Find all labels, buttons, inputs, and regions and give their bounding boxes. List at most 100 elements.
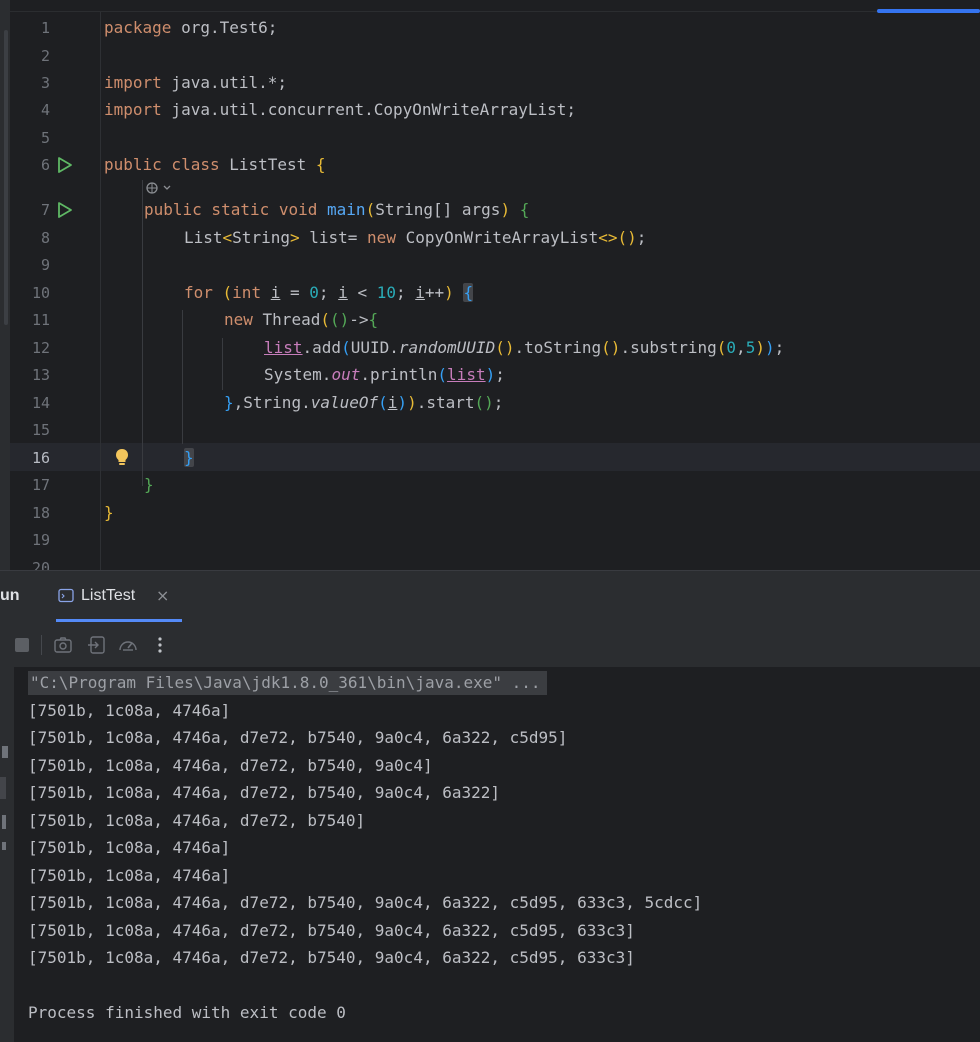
console-window-icon [58,588,74,603]
tool-window-header: un ListTest × [0,571,980,623]
editor-top-divider [0,11,980,12]
matched-brace: } [184,448,194,467]
code-line-10[interactable]: for (int i = 0; i < 10; i++) { [184,282,474,304]
indent-guide [222,338,223,390]
keyword: public class [104,155,220,174]
code-text: java.util.concurrent.CopyOnWriteArrayLis… [161,100,577,119]
run-toolbar [0,623,980,668]
params: String[] args [375,200,501,219]
code-line-7[interactable]: public static void main(String[] args) { [144,199,529,221]
brace: { [519,200,530,219]
line-number: 1 [40,19,50,37]
console-line: [7501b, 1c08a, 4746a, d7e72, b7540, 9a0c… [28,755,433,775]
line-number: 19 [31,531,50,549]
indent-guide [142,180,143,486]
strip-marker-active[interactable] [0,777,6,799]
close-icon[interactable]: × [156,586,169,605]
method-name: main [327,200,366,219]
run-triangle-icon[interactable] [56,201,74,219]
line-number: 12 [31,339,50,357]
code-line-12[interactable]: list.add(UUID.randomUUID().toString().su… [264,337,784,359]
line-number: 15 [31,421,50,439]
code-line-8[interactable]: List<String> list= new CopyOnWriteArrayL… [184,227,646,249]
line-number: 10 [31,284,50,302]
code-text: java.util.*; [161,73,288,92]
console-line: [7501b, 1c08a, 4746a, d7e72, b7540, 9a0c… [28,728,568,747]
variable: list [447,365,486,384]
console-line: [7501b, 1c08a, 4746a, d7e72, b7540, 9a0c… [28,783,501,802]
console-left-strip [0,667,14,1042]
console-line: [7501b, 1c08a, 4746a, d7e72, b7540, 9a0c… [28,948,635,967]
keyword: import [104,73,162,92]
line-number: 2 [40,47,50,65]
line-number: 20 [31,559,50,570]
strip-marker [2,842,6,850]
line-number: 14 [31,394,50,412]
console-line: [7501b, 1c08a, 4746a] [28,700,231,720]
line-number: 4 [40,101,50,119]
keyword: public static void [144,200,318,219]
indent-guide [182,310,183,444]
tool-window-title: un [0,587,20,604]
lightbulb-icon[interactable] [113,447,131,467]
line-number: 6 [40,156,50,174]
code-line-11[interactable]: new Thread(()->{ [224,309,378,331]
line-number: 17 [31,476,50,494]
console-line: [7501b, 1c08a, 4746a, d7e72, b7540] [28,810,366,830]
restore-layout-icon[interactable] [87,635,107,655]
code-text: org.Test6; [171,18,278,37]
paren: ( [365,200,376,219]
strip-marker [2,815,6,829]
line-number: 11 [31,311,50,329]
more-vertical-icon[interactable] [150,635,170,655]
active-tab-indicator [56,619,182,622]
paren: ) [500,200,511,219]
camera-icon[interactable] [53,635,73,655]
code-line-6[interactable]: public class ListTest { [104,154,326,176]
code-line-4[interactable]: import java.util.concurrent.CopyOnWriteA… [104,99,576,121]
toolbar-separator [41,635,42,655]
line-number: 7 [40,201,50,219]
code-line-13[interactable]: System.out.println(list); [264,364,505,386]
keyword: new [224,310,253,329]
console-line: [7501b, 1c08a, 4746a] [28,865,231,885]
code-line-14[interactable]: },String.valueOf(i)).start(); [224,392,503,414]
stop-icon[interactable] [12,635,32,655]
run-tool-window: un ListTest × "C:\Program Files\Java\jdk… [0,570,980,1042]
current-line-highlight [10,443,980,471]
line-number: 9 [40,256,50,274]
keyword: import [104,100,162,119]
code-editor[interactable]: 1 2 3 4 5 6 7 8 9 10 11 12 13 14 15 16 1… [0,0,980,570]
console-line: [7501b, 1c08a, 4746a, d7e72, b7540, 9a0c… [28,893,703,912]
code-line-18[interactable]: } [104,502,114,524]
line-number: 3 [40,74,50,92]
variable: list [264,338,303,357]
tab-label: ListTest [81,587,136,604]
console-output[interactable]: "C:\Program Files\Java\jdk1.8.0_361\bin\… [28,669,968,1027]
code-line-17[interactable]: } [144,474,154,496]
tab-listtest[interactable]: ListTest × [56,571,182,623]
console-command[interactable]: "C:\Program Files\Java\jdk1.8.0_361\bin\… [28,671,547,695]
line-number: 5 [40,129,50,147]
progress-indicator [877,9,980,13]
gauge-icon[interactable] [118,635,138,655]
brace: { [315,155,326,174]
editor-scroll-marker[interactable] [4,30,8,325]
line-number: 13 [31,366,50,384]
line-number-active: 16 [31,449,50,467]
code-line-3[interactable]: import java.util.*; [104,72,287,94]
run-triangle-icon[interactable] [56,156,74,174]
exit-message: Process finished with exit code 0 [28,1003,346,1022]
code-line-1[interactable]: package org.Test6; [104,17,277,39]
strip-marker [2,746,8,758]
console-line: "C:\Program Files\Java\jdk1.8.0_361\bin\… [28,669,968,697]
line-number: 8 [40,229,50,247]
inlay-hint-icon[interactable] [144,179,174,197]
code-line-16[interactable]: } [184,447,194,469]
class-name: ListTest [219,155,316,174]
keyword: for [184,283,213,302]
keyword: new [367,228,396,247]
matched-brace: { [463,283,474,302]
console-line: [7501b, 1c08a, 4746a, d7e72, b7540, 9a0c… [28,920,635,940]
